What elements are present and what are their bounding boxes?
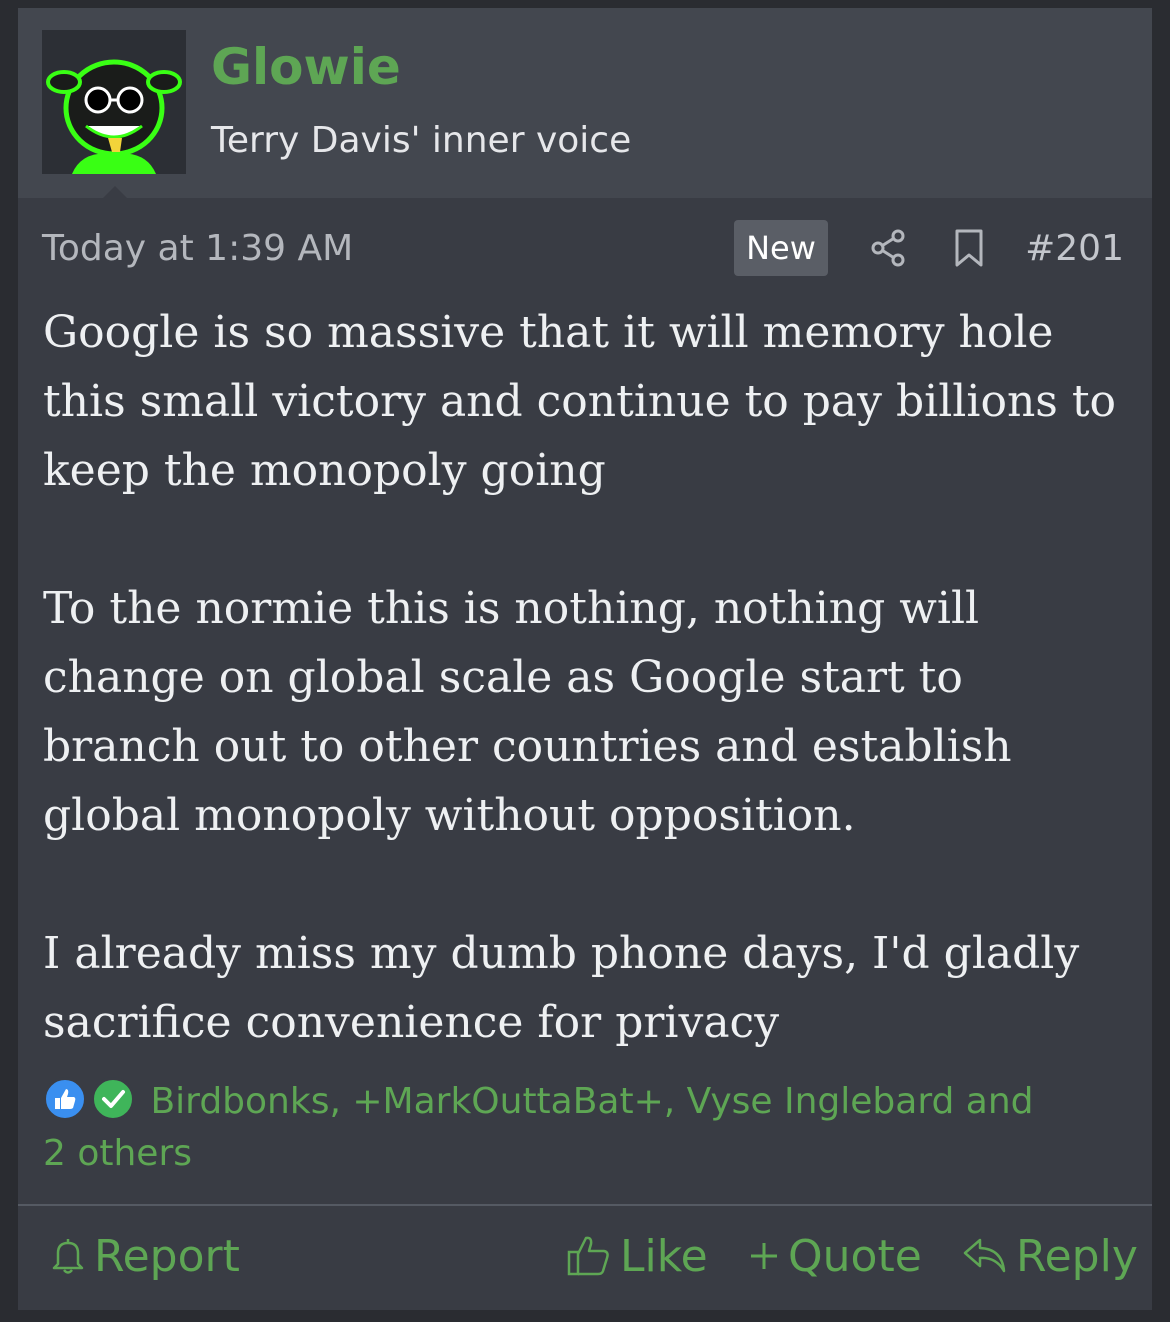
- plus-icon: [751, 1243, 777, 1269]
- reaction-summary-link[interactable]: Birdbonks, +MarkOuttaBat+, Vyse Inglebar…: [43, 1081, 1034, 1174]
- bell-icon: [52, 1239, 84, 1274]
- new-badge: New: [734, 220, 828, 276]
- like-label: Like: [620, 1230, 708, 1282]
- thumbs-up-icon: [567, 1236, 609, 1276]
- message-paragraph: To the normie this is nothing, nothing w…: [43, 583, 1012, 841]
- reaction-icons: [43, 1077, 139, 1121]
- quote-label: Quote: [788, 1230, 922, 1282]
- user-avatar[interactable]: [42, 30, 186, 174]
- share-icon[interactable]: [868, 228, 908, 268]
- username-link[interactable]: Glowie: [211, 38, 401, 96]
- post-number-link[interactable]: #201: [1025, 228, 1124, 269]
- reply-label: Reply: [1016, 1230, 1138, 1282]
- report-button[interactable]: Report: [50, 1226, 240, 1286]
- avatar-image: [42, 30, 186, 174]
- report-label: Report: [94, 1230, 240, 1282]
- message-paragraph: Google is so massive that it will memory…: [43, 307, 1117, 496]
- header-pointer: [102, 186, 128, 199]
- forum-post: Glowie Terry Davis' inner voice Today at…: [18, 8, 1152, 1310]
- message-body: Google is so massive that it will memory…: [43, 298, 1133, 1057]
- bookmark-icon[interactable]: [953, 228, 985, 268]
- post-actions: Report Like Quote Reply: [18, 1208, 1152, 1308]
- like-button[interactable]: Like: [566, 1226, 708, 1286]
- post-timestamp[interactable]: Today at 1:39 AM: [42, 228, 353, 269]
- footer-divider: [18, 1204, 1152, 1206]
- reactions-bar[interactable]: Birdbonks, +MarkOuttaBat+, Vyse Inglebar…: [43, 1076, 1053, 1180]
- like-reaction-icon: [43, 1077, 87, 1121]
- user-header: Glowie Terry Davis' inner voice: [18, 8, 1152, 199]
- reply-arrow-icon: [963, 1238, 1006, 1273]
- reply-button[interactable]: Reply: [962, 1226, 1138, 1286]
- quote-button[interactable]: Quote: [748, 1226, 922, 1286]
- message-paragraph: I already miss my dumb phone days, I'd g…: [43, 928, 1080, 1048]
- user-title: Terry Davis' inner voice: [211, 120, 632, 161]
- check-reaction-icon: [91, 1077, 135, 1121]
- post-meta: Today at 1:39 AM New #201: [18, 218, 1152, 278]
